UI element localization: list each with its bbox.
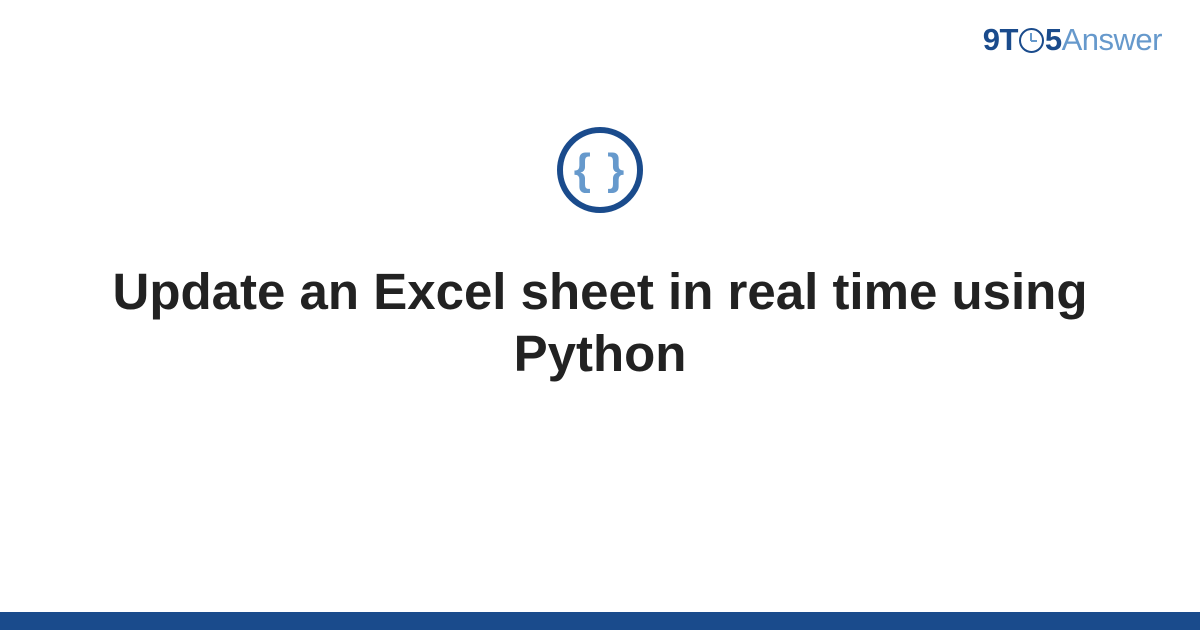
code-braces-icon: { } [557, 127, 643, 213]
site-logo[interactable]: 9 T 5 Answer [983, 22, 1162, 58]
question-title: Update an Excel sheet in real time using… [60, 261, 1140, 385]
code-braces-glyph: { } [574, 148, 626, 192]
logo-digit-5: 5 [1045, 22, 1062, 58]
footer-accent-bar [0, 612, 1200, 630]
logo-digit-9: 9 [983, 22, 1000, 58]
logo-letter-t: T [999, 22, 1017, 58]
logo-word-answer: Answer [1062, 22, 1162, 58]
clock-icon [1019, 28, 1044, 53]
main-content: { } Update an Excel sheet in real time u… [0, 127, 1200, 385]
